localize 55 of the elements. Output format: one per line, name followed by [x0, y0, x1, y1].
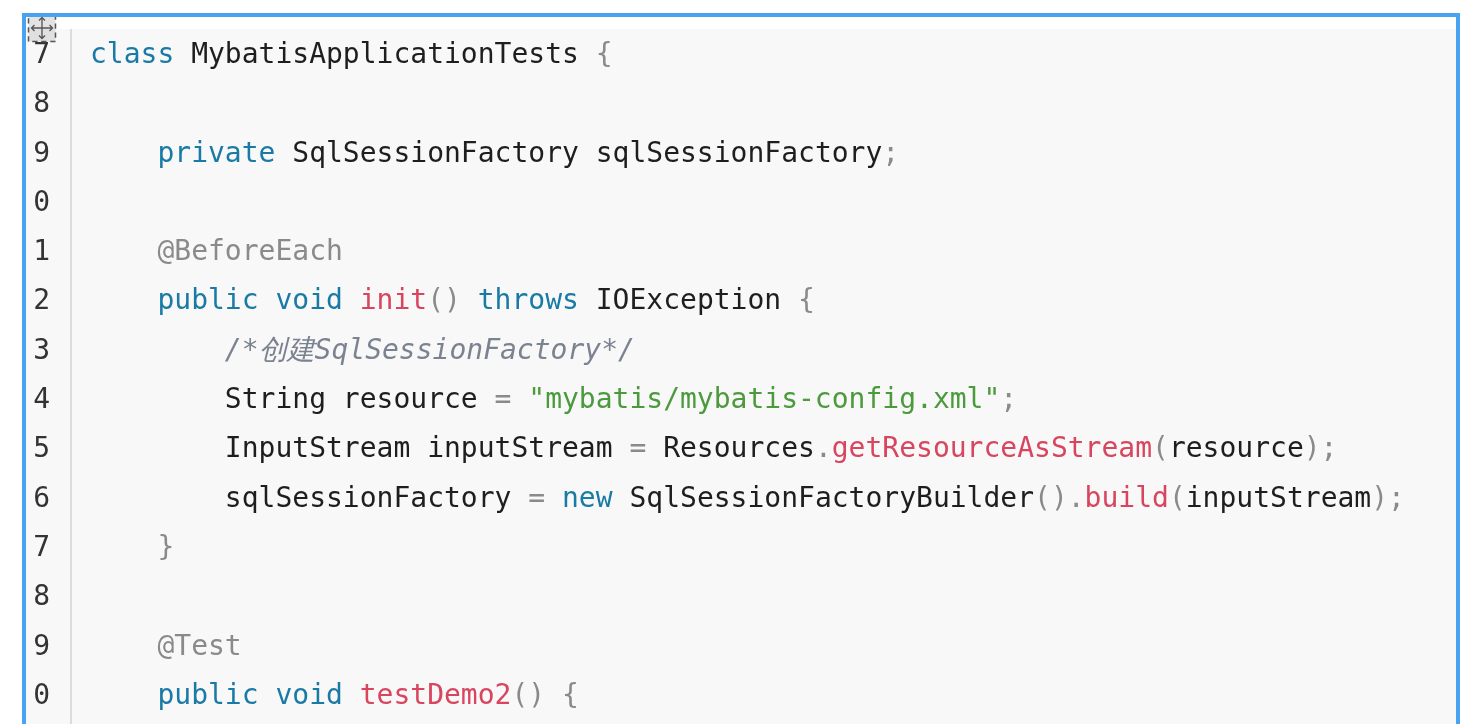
code-text: String resource: [224, 382, 479, 416]
line-number: 8: [32, 85, 50, 122]
code-text: Resources: [663, 431, 815, 465]
method-name-text: init: [359, 283, 428, 317]
code-comment: /*创建SqlSessionFactory*/: [224, 332, 635, 366]
line-number: 7: [32, 36, 50, 72]
line-number: 8: [32, 578, 50, 615]
punctuation-text: );: [1371, 480, 1405, 514]
move-handle-icon[interactable]: [27, 17, 57, 43]
punctuation-text: {: [595, 37, 613, 70]
line-number: 5: [32, 430, 50, 467]
line-number: 9: [32, 134, 50, 171]
punctuation-text: ().: [1034, 480, 1085, 514]
code-text: inputStream: [1185, 480, 1372, 514]
code-text: InputStream inputStream: [224, 431, 614, 465]
keyword-text: private: [157, 135, 276, 169]
code-text: resource: [1168, 431, 1304, 465]
line-number: 4: [32, 381, 50, 418]
punctuation-text: (: [1168, 480, 1186, 514]
line-number: 3: [32, 331, 50, 368]
punctuation-text: ;: [1000, 382, 1018, 416]
code-text: MybatisApplicationTests: [190, 37, 580, 70]
punctuation-text: ;: [882, 135, 900, 169]
punctuation-text: =: [494, 382, 513, 416]
keyword-text: throws: [477, 283, 579, 317]
punctuation-text: (): [427, 283, 462, 317]
line-number: 9: [32, 627, 50, 664]
punctuation-text: (: [1152, 431, 1169, 465]
punctuation-text: {: [798, 283, 815, 317]
method-name-text: getResourceAsStream: [831, 431, 1153, 465]
code-text: SqlSessionFactory sqlSessionFactory: [291, 135, 883, 169]
punctuation-text: =: [629, 431, 648, 465]
punctuation-text: .: [814, 431, 832, 465]
keyword-text: new: [562, 480, 613, 514]
line-number: 0: [32, 676, 50, 713]
line-number: 7: [32, 528, 50, 565]
punctuation-text: }: [157, 529, 175, 563]
keyword-text: public void: [157, 677, 344, 711]
line-number: 2: [32, 282, 50, 319]
line-number: 1: [32, 233, 50, 270]
line-number: 6: [32, 479, 50, 516]
code-text: SqlSessionFactoryBuilder: [628, 480, 1035, 514]
code-text: IOException: [594, 283, 783, 317]
code-text: sqlSessionFactory: [224, 480, 513, 514]
method-name-text: build: [1084, 480, 1169, 514]
method-name-text: testDemo2: [359, 677, 512, 711]
annotation-text: @Test: [157, 628, 242, 662]
string-literal-text: "mybatis/mybatis-config.xml": [528, 382, 1001, 416]
keyword-text: class: [90, 37, 175, 70]
line-number: 0: [32, 183, 50, 220]
punctuation-text: );: [1303, 431, 1338, 465]
punctuation-text: () {: [511, 677, 579, 711]
annotation-text: @BeforeEach: [157, 234, 343, 268]
punctuation-text: =: [528, 480, 547, 514]
keyword-text: public void: [157, 283, 344, 317]
